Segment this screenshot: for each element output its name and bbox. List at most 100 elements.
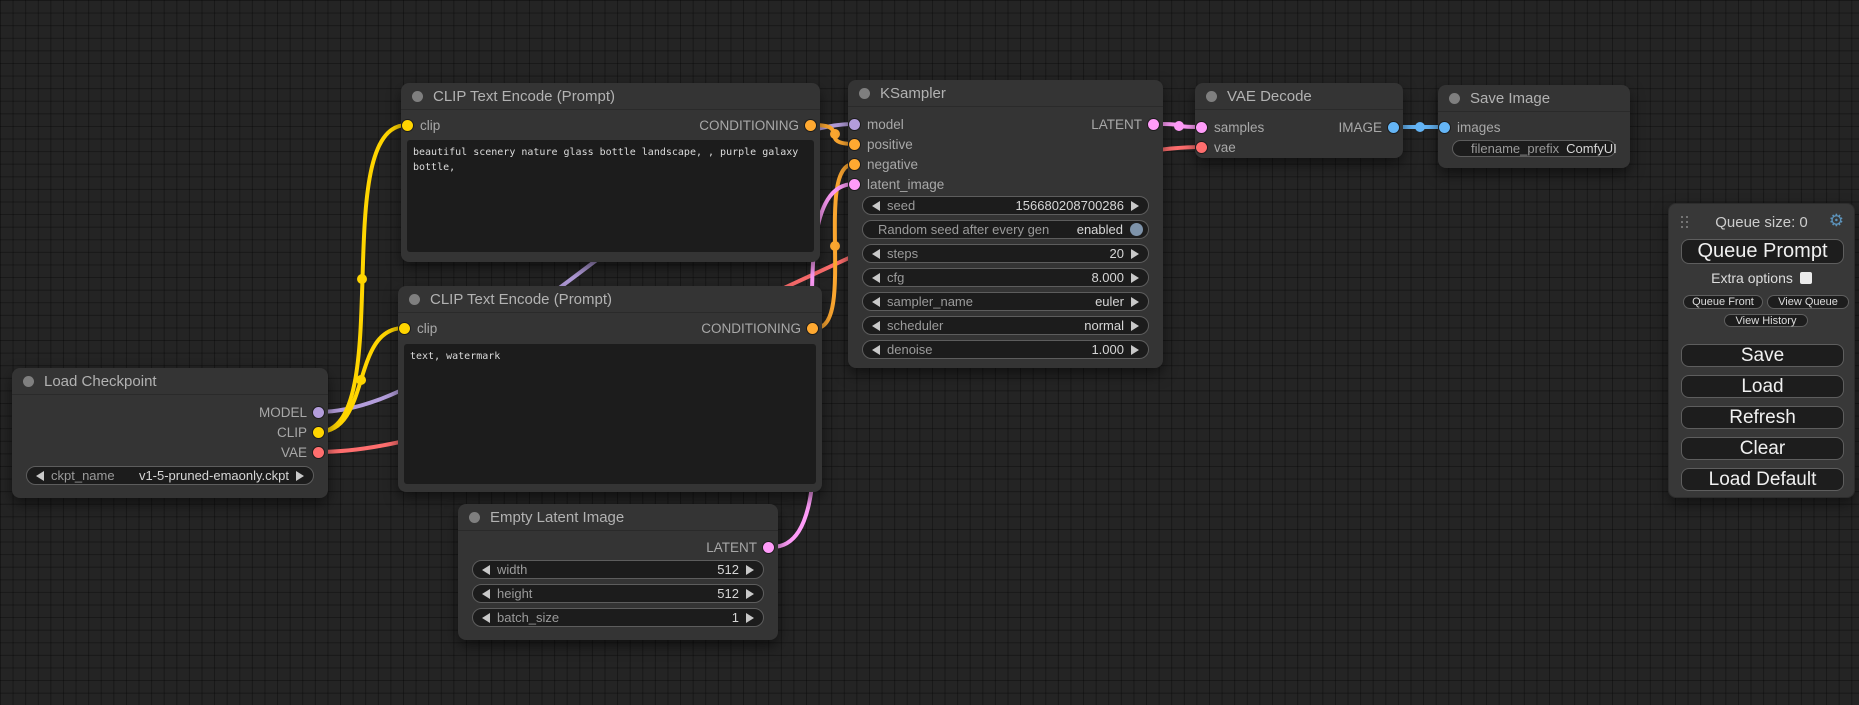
node-title-bar[interactable]: CLIP Text Encode (Prompt)	[398, 286, 822, 313]
decrement-arrow-icon[interactable]	[872, 249, 880, 259]
collapse-dot-icon[interactable]	[1449, 93, 1460, 104]
refresh-button[interactable]: Refresh	[1681, 406, 1844, 429]
decrement-arrow-icon[interactable]	[482, 565, 490, 575]
input-dot-negative[interactable]	[849, 159, 860, 170]
queue-prompt-button[interactable]: Queue Prompt	[1681, 239, 1844, 264]
node-title-bar[interactable]: Empty Latent Image	[458, 504, 778, 531]
output-dot-clip[interactable]	[313, 427, 324, 438]
input-dot-positive[interactable]	[849, 139, 860, 150]
widget-random-seed-toggle[interactable]: Random seed after every gen enabled	[862, 220, 1149, 239]
node-title-bar[interactable]: KSampler	[848, 80, 1163, 107]
output-dot-model[interactable]	[313, 407, 324, 418]
collapse-dot-icon[interactable]	[1206, 91, 1217, 102]
node-empty-latent-image[interactable]: Empty Latent Image LATENT width 512 heig…	[458, 504, 778, 640]
increment-arrow-icon[interactable]	[746, 565, 754, 575]
output-dot-latent[interactable]	[1148, 119, 1159, 130]
widget-batch-size[interactable]: batch_size 1	[472, 608, 764, 627]
node-clip-text-encode-negative[interactable]: CLIP Text Encode (Prompt) clip CONDITION…	[398, 286, 822, 492]
input-slot-vae: vae	[1195, 139, 1403, 155]
extra-options-checkbox[interactable]	[1800, 272, 1812, 284]
increment-arrow-icon[interactable]	[746, 613, 754, 623]
input-slot-negative: negative	[848, 156, 1163, 172]
slot-row: model LATENT	[848, 116, 1163, 132]
node-title-bar[interactable]: VAE Decode	[1195, 83, 1403, 110]
widget-ckpt-name[interactable]: ckpt_name v1-5-pruned-emaonly.ckpt	[26, 466, 314, 485]
collapse-dot-icon[interactable]	[23, 376, 34, 387]
link-midpoint-dot	[356, 375, 366, 385]
input-dot-latent-image[interactable]	[849, 179, 860, 190]
node-ksampler[interactable]: KSampler model LATENT positive negative …	[848, 80, 1163, 368]
link-midpoint-dot	[830, 129, 840, 139]
link-midpoint-dot	[357, 274, 367, 284]
increment-arrow-icon[interactable]	[296, 471, 304, 481]
widget-steps[interactable]: steps 20	[862, 244, 1149, 263]
node-title: Load Checkpoint	[44, 373, 157, 390]
input-slot-positive: positive	[848, 136, 1163, 152]
input-slot-images: images	[1438, 119, 1630, 135]
node-title: VAE Decode	[1227, 88, 1312, 105]
node-title-bar[interactable]: Save Image	[1438, 85, 1630, 112]
input-dot-samples[interactable]	[1196, 122, 1207, 133]
slot-row: clip CONDITIONING	[398, 320, 822, 336]
input-dot-vae[interactable]	[1196, 142, 1207, 153]
prompt-textarea[interactable]: text, watermark	[404, 344, 816, 484]
increment-arrow-icon[interactable]	[1131, 321, 1139, 331]
node-title: Empty Latent Image	[490, 509, 624, 526]
node-title: Save Image	[1470, 90, 1550, 107]
clear-button[interactable]: Clear	[1681, 437, 1844, 460]
queue-front-button[interactable]: Queue Front	[1683, 295, 1763, 309]
output-slot-latent: LATENT	[458, 539, 778, 555]
load-button[interactable]: Load	[1681, 375, 1844, 398]
collapse-dot-icon[interactable]	[469, 512, 480, 523]
widget-sampler-name[interactable]: sampler_name euler	[862, 292, 1149, 311]
view-history-button[interactable]: View History	[1724, 314, 1808, 327]
decrement-arrow-icon[interactable]	[872, 297, 880, 307]
increment-arrow-icon[interactable]	[1131, 345, 1139, 355]
decrement-arrow-icon[interactable]	[872, 201, 880, 211]
increment-arrow-icon[interactable]	[1131, 201, 1139, 211]
node-vae-decode[interactable]: VAE Decode samples IMAGE vae	[1195, 83, 1403, 158]
output-dot-latent[interactable]	[763, 542, 774, 553]
increment-arrow-icon[interactable]	[1131, 273, 1139, 283]
increment-arrow-icon[interactable]	[1131, 249, 1139, 259]
output-dot-conditioning[interactable]	[805, 120, 816, 131]
input-dot-clip[interactable]	[399, 323, 410, 334]
widget-denoise[interactable]: denoise 1.000	[862, 340, 1149, 359]
node-save-image[interactable]: Save Image images filename_prefix ComfyU…	[1438, 85, 1630, 168]
node-title-bar[interactable]: CLIP Text Encode (Prompt)	[401, 83, 820, 110]
graph-canvas[interactable]: Load Checkpoint MODEL CLIP VAE ckpt_name…	[0, 0, 1859, 705]
output-dot-image[interactable]	[1388, 122, 1399, 133]
view-queue-button[interactable]: View Queue	[1767, 295, 1849, 309]
collapse-dot-icon[interactable]	[412, 91, 423, 102]
input-dot-images[interactable]	[1439, 122, 1450, 133]
widget-cfg[interactable]: cfg 8.000	[862, 268, 1149, 287]
node-load-checkpoint[interactable]: Load Checkpoint MODEL CLIP VAE ckpt_name…	[12, 368, 328, 498]
input-dot-model[interactable]	[849, 119, 860, 130]
decrement-arrow-icon[interactable]	[482, 613, 490, 623]
save-button[interactable]: Save	[1681, 344, 1844, 367]
widget-scheduler[interactable]: scheduler normal	[862, 316, 1149, 335]
widget-filename-prefix[interactable]: filename_prefix ComfyUI	[1452, 140, 1616, 157]
input-dot-clip[interactable]	[402, 120, 413, 131]
decrement-arrow-icon[interactable]	[872, 345, 880, 355]
prompt-textarea[interactable]: beautiful scenery nature glass bottle la…	[407, 140, 814, 252]
settings-gear-icon[interactable]: ⚙	[1829, 211, 1844, 231]
widget-height[interactable]: height 512	[472, 584, 764, 603]
extra-options-row: Extra options	[1669, 270, 1854, 286]
decrement-arrow-icon[interactable]	[36, 471, 44, 481]
node-title-bar[interactable]: Load Checkpoint	[12, 368, 328, 395]
decrement-arrow-icon[interactable]	[482, 589, 490, 599]
toggle-indicator-icon[interactable]	[1130, 223, 1143, 236]
widget-seed[interactable]: seed 156680208700286	[862, 196, 1149, 215]
load-default-button[interactable]: Load Default	[1681, 468, 1844, 491]
increment-arrow-icon[interactable]	[1131, 297, 1139, 307]
widget-width[interactable]: width 512	[472, 560, 764, 579]
output-dot-vae[interactable]	[313, 447, 324, 458]
decrement-arrow-icon[interactable]	[872, 321, 880, 331]
collapse-dot-icon[interactable]	[859, 88, 870, 99]
output-dot-conditioning[interactable]	[807, 323, 818, 334]
node-clip-text-encode-positive[interactable]: CLIP Text Encode (Prompt) clip CONDITION…	[401, 83, 820, 262]
increment-arrow-icon[interactable]	[746, 589, 754, 599]
collapse-dot-icon[interactable]	[409, 294, 420, 305]
decrement-arrow-icon[interactable]	[872, 273, 880, 283]
